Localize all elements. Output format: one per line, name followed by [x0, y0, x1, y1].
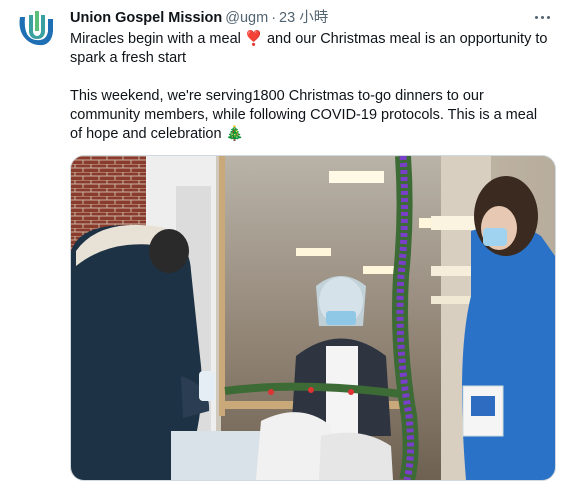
heart-exclamation-emoji-icon: ❣️ [244, 31, 263, 47]
tweet-paragraph-2: This weekend, we're serving1800 Christma… [70, 87, 552, 144]
tweet-paragraph-1: Miracles begin with a meal ❣️ and our Ch… [70, 30, 552, 68]
avatar[interactable] [13, 7, 57, 51]
union-gospel-mission-logo-icon [13, 7, 57, 51]
tweet-photo[interactable] [70, 155, 556, 481]
display-name[interactable]: Union Gospel Mission [70, 10, 222, 26]
timestamp[interactable]: 23 小時 [279, 10, 328, 26]
tweet-text-part: Miracles begin with a meal [70, 31, 241, 47]
separator-dot: · [271, 10, 277, 26]
tweet-text: Miracles begin with a meal ❣️ and our Ch… [70, 30, 552, 144]
christmas-tree-emoji-icon: 🎄 [225, 126, 244, 142]
tweet-text-part: This weekend, we're serving1800 Christma… [70, 88, 538, 142]
tweet-header: Union Gospel Mission @ugm · 23 小時 [70, 9, 551, 29]
tweet-card[interactable]: Union Gospel Mission @ugm · 23 小時 Miracles … [0, 0, 565, 487]
user-handle[interactable]: @ugm [225, 10, 268, 26]
photo-meal-service-image [71, 156, 555, 480]
more-options-icon[interactable] [531, 8, 553, 26]
